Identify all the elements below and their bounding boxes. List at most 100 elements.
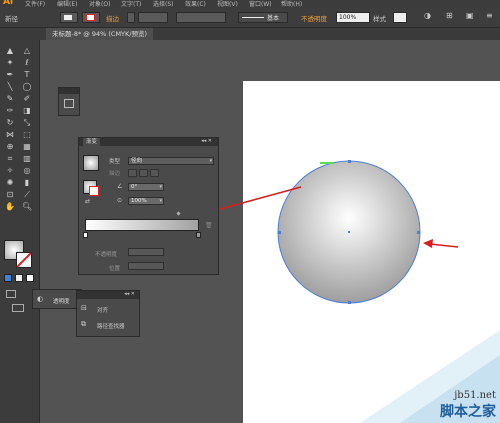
document-tab[interactable]: 未标题-8* @ 94% (CMYK/预览) [46, 28, 154, 40]
collapsed-panel-header [59, 88, 79, 94]
mesh-tool-icon[interactable]: ⌗ [5, 154, 15, 163]
gradient-tool-icon[interactable]: ▥ [22, 154, 32, 163]
selection-tool-icon[interactable]: ▲ [5, 46, 15, 55]
chevron-down-icon: ▾ [209, 158, 212, 164]
draw-mode-icon[interactable] [6, 290, 16, 298]
angle-value: 0° [131, 184, 138, 190]
align-icon[interactable]: ⊞ [446, 11, 453, 20]
fill-preview [64, 15, 72, 20]
gradient-mode-button[interactable] [15, 274, 23, 282]
align-panel-header: ◂◂ ✕ [77, 291, 139, 299]
menu-object[interactable]: 对象(O) [89, 0, 110, 8]
hand-tool-icon[interactable]: ✋ [5, 202, 15, 211]
blob-brush-icon[interactable]: ✑ [5, 106, 15, 115]
location-input[interactable] [128, 262, 164, 270]
type-select-value: 径向 [131, 158, 143, 164]
color-stop-right[interactable] [196, 232, 201, 238]
perspective-grid-icon[interactable]: ▦ [22, 142, 32, 151]
variable-width-profile[interactable] [176, 12, 226, 23]
ellipse-tool-icon[interactable]: ◯ [22, 82, 32, 91]
zoom-tool-icon[interactable]: 🔍︎ [22, 202, 32, 211]
slice-tool-icon[interactable]: ⟋ [22, 190, 32, 199]
color-stop-left[interactable] [83, 232, 88, 238]
angle-input[interactable]: 0° ▾ [128, 183, 164, 191]
magic-wand-icon[interactable]: ✦ [5, 58, 15, 67]
aspect-ratio-value: 100% [131, 198, 147, 204]
menu-help[interactable]: 帮助(H) [281, 0, 302, 8]
none-mode-button[interactable] [26, 274, 34, 282]
menu-type[interactable]: 文字(T) [121, 0, 141, 8]
watermark: jb51.net 脚本之家 [440, 390, 496, 421]
scale-tool-icon[interactable]: ⤡ [22, 118, 32, 127]
artboard[interactable] [243, 81, 500, 423]
collapse-icon[interactable]: ◂◂ ✕ [124, 291, 135, 297]
menu-edit[interactable]: 编辑(E) [57, 0, 77, 8]
transparency-icon: ◐ [37, 295, 44, 303]
opacity-input[interactable] [128, 248, 164, 256]
line-tool-icon[interactable]: ╲ [5, 82, 15, 91]
free-transform-icon[interactable]: ⬚ [22, 130, 32, 139]
screen-mode-icon[interactable] [12, 304, 24, 312]
width-tool-icon[interactable]: ⋈ [5, 130, 15, 139]
style-label: 样式 [373, 15, 386, 23]
transparency-panel[interactable]: ◐ 透明度 [32, 289, 82, 309]
stroke-color-box[interactable] [16, 252, 32, 268]
stroke-style-line [242, 17, 264, 18]
gradient-stroke-box[interactable] [89, 186, 99, 196]
menu-view[interactable]: 视图(V) [217, 0, 238, 8]
stroke-option-2[interactable] [139, 169, 148, 177]
direct-selection-tool-icon[interactable]: △ [22, 46, 32, 55]
stroke-weight-input[interactable] [138, 12, 168, 23]
symbol-sprayer-icon[interactable]: ✺ [5, 178, 15, 187]
stroke-label[interactable]: 描边 [106, 13, 119, 23]
midpoint-diamond[interactable] [176, 211, 181, 216]
collapse-icon[interactable]: ◂◂ ✕ [201, 138, 212, 144]
pencil-tool-icon[interactable]: ✐ [22, 94, 32, 103]
recolor-icon[interactable]: ◑ [424, 11, 431, 20]
gradient-slider[interactable] [85, 219, 199, 231]
collapsed-panel[interactable] [58, 87, 80, 116]
pathfinder-label: 路径查找器 [97, 324, 125, 330]
lasso-tool-icon[interactable]: ℓ [22, 58, 32, 67]
pathfinder-icon: ⧉ [81, 320, 86, 328]
pen-tool-icon[interactable]: ✒ [5, 70, 15, 79]
blend-tool-icon[interactable]: ◎ [22, 166, 32, 175]
transform-icon[interactable]: ▣ [466, 11, 474, 20]
gradient-tab[interactable]: 渐变 [83, 138, 101, 146]
pathfinder-item[interactable]: ⧉ 路径查找器 [81, 320, 137, 331]
menu-select[interactable]: 选择(S) [153, 0, 174, 8]
menu-window[interactable]: 窗口(W) [249, 0, 272, 8]
stroke-swatch[interactable] [82, 12, 100, 23]
layers-icon[interactable] [64, 99, 74, 108]
more-options-icon[interactable]: ≡ [486, 11, 493, 20]
watermark-brand: 脚本之家 [440, 404, 496, 420]
opacity-label[interactable]: 不透明度 [301, 13, 327, 23]
type-select[interactable]: 径向 ▾ [128, 157, 214, 165]
tools-panel: ▲ △ ✦ ℓ ✒ T ╲ ◯ ✎ ✐ ✑ ◨ ↻ ⤡ ⋈ ⬚ ⊕ ▦ ⌗ ▥ … [0, 40, 40, 423]
type-tool-icon[interactable]: T [22, 70, 32, 79]
stroke-option-1[interactable] [128, 169, 137, 177]
stroke-option-3[interactable] [150, 169, 159, 177]
opacity-input[interactable]: 100% [336, 12, 370, 23]
graphic-style-picker[interactable] [393, 12, 407, 23]
brush-definition[interactable]: 基本 [238, 12, 288, 23]
eyedropper-tool-icon[interactable]: ✧ [5, 166, 15, 175]
fill-swatch[interactable] [60, 12, 78, 23]
shape-builder-icon[interactable]: ⊕ [5, 142, 15, 151]
stroke-weight-stepper[interactable] [127, 12, 135, 23]
delete-stop-icon[interactable]: 🗑︎ [205, 222, 213, 229]
align-item[interactable]: ⊟ 对齐 [81, 304, 137, 315]
align-icon: ⊟ [81, 304, 87, 312]
rotate-tool-icon[interactable]: ↻ [5, 118, 15, 127]
menubar: Ai 文件(F) 编辑(E) 对象(O) 文字(T) 选择(S) 效果(C) 视… [0, 0, 500, 8]
reverse-gradient-icon[interactable]: ⇄ [85, 198, 90, 205]
paintbrush-tool-icon[interactable]: ✎ [5, 94, 15, 103]
gradient-swatch[interactable] [83, 155, 99, 171]
menu-effect[interactable]: 效果(C) [185, 0, 206, 8]
color-mode-button[interactable] [4, 274, 12, 282]
graph-tool-icon[interactable]: ▮ [22, 178, 32, 187]
aspect-ratio-input[interactable]: 100% ▾ [128, 197, 164, 205]
artboard-tool-icon[interactable]: ⊡ [5, 190, 15, 199]
menu-file[interactable]: 文件(F) [25, 0, 45, 8]
eraser-tool-icon[interactable]: ◨ [22, 106, 32, 115]
